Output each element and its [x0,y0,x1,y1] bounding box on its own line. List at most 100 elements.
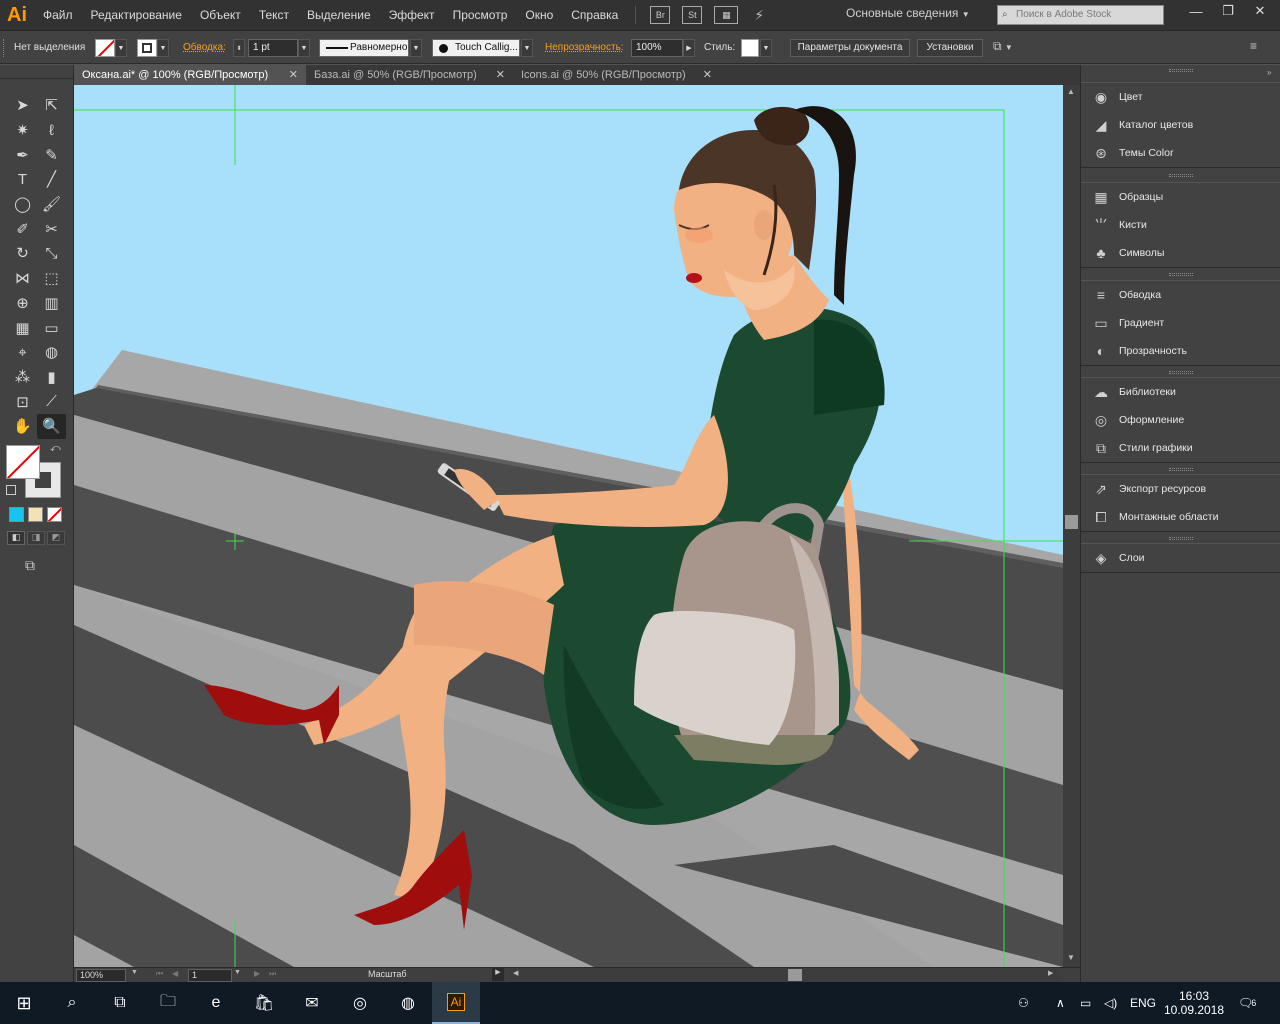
tab-icons[interactable]: Icons.ai @ 50% (RGB/Просмотр) ✕ [513,65,720,85]
illustrator-taskbar-button[interactable]: Ai [432,982,480,1024]
store-taskbar-button[interactable]: 🛍 [240,982,288,1024]
panel-item-color[interactable]: ◉ Цвет [1081,83,1280,111]
free-transform-tool[interactable]: ⬚ [37,266,66,291]
gradient-tool[interactable]: ▭ [37,315,66,340]
panel-grip[interactable] [1169,174,1193,177]
mesh-tool[interactable]: ▦ [8,315,37,340]
draw-normal-icon[interactable]: ◧ [7,531,25,545]
scroll-right-arrow[interactable]: ▶ [1048,969,1053,977]
clock[interactable]: 16:03 10.09.2018 [1164,982,1224,1024]
edge-taskbar-button[interactable]: e [192,982,240,1024]
panel-grip[interactable] [1169,69,1193,72]
paintbrush-tool[interactable]: 🖌 [37,192,66,217]
shaper-tool[interactable]: ✐ [8,216,37,241]
volume-icon[interactable]: ◁) [1104,982,1117,1024]
rotate-tool[interactable]: ↻ [8,241,37,266]
close-icon[interactable]: ✕ [496,65,505,85]
status-menu-arrow[interactable]: ▶ [492,968,504,981]
arrange-documents-icon[interactable]: ▦ [714,6,739,24]
menu-file[interactable]: Файл [34,0,82,30]
menu-view[interactable]: Просмотр [444,0,517,30]
panel-item-libraries[interactable]: ☁ Библиотеки [1081,378,1280,406]
panel-item-brushes[interactable]: ⺌ Кисти [1081,211,1280,239]
column-graph-tool[interactable]: ▮ [37,365,66,390]
menu-window[interactable]: Окно [516,0,562,30]
stroke-swatch[interactable] [137,39,157,57]
panel-item-stroke[interactable]: ≡ Обводка [1081,281,1280,309]
opacity-field[interactable]: 100% [631,39,683,57]
panel-grip[interactable] [1169,371,1193,374]
chevron-down-icon[interactable]: ▼ [115,39,127,57]
artboard-number-field[interactable]: 1 [188,969,232,982]
fill-box[interactable] [6,445,40,479]
hand-tool[interactable]: ✋ [8,414,37,439]
menu-edit[interactable]: Редактирование [82,0,191,30]
language-indicator[interactable]: ENG [1130,982,1156,1024]
zoom-level-field[interactable]: 100% [76,969,126,982]
draw-behind-icon[interactable]: ◨ [27,531,45,545]
chevron-down-icon[interactable]: ▼ [410,39,422,57]
graphic-style-swatch[interactable] [741,39,759,57]
close-window-button[interactable]: ✕ [1244,0,1276,22]
panel-item-appearance[interactable]: ◎ Оформление [1081,406,1280,434]
panel-item-layers[interactable]: ◈ Слои [1081,544,1280,572]
scroll-left-arrow[interactable]: ◀ [513,969,518,977]
brush-definition[interactable]: Touch Callig... [432,39,520,57]
previous-artboard-icon[interactable]: ◀ [172,969,178,978]
blend-tool[interactable]: ◍ [37,340,66,365]
collapse-panels-icon[interactable]: » [1267,68,1271,77]
curvature-tool[interactable]: ✎ [37,142,66,167]
stroke-stepper[interactable]: ⬍ [233,39,245,57]
draw-inside-icon[interactable]: ◩ [47,531,65,545]
color-mode-button[interactable] [9,507,24,522]
menu-object[interactable]: Объект [191,0,250,30]
zoom-tool[interactable]: 🔍 [37,413,66,439]
gradient-mode-button[interactable] [28,507,43,522]
chevron-down-icon[interactable]: ▼ [234,969,241,976]
panel-item-symbols[interactable]: ♣ Символы [1081,239,1280,267]
menu-type[interactable]: Текст [250,0,298,30]
panel-grip[interactable] [1169,273,1193,276]
stroke-label[interactable]: Обводка: [183,39,226,57]
start-button[interactable]: ⊞ [0,982,48,1024]
menu-select[interactable]: Выделение [298,0,380,30]
perspective-grid-tool[interactable]: ▥ [37,291,66,316]
scale-tool[interactable]: ⤡ [37,241,66,266]
close-icon[interactable]: ✕ [289,65,298,85]
stock-search-input[interactable]: ⌕ Поиск в Adobe Stock [997,5,1164,25]
first-artboard-icon[interactable]: ⏮ [156,969,163,979]
symbol-sprayer-tool[interactable]: ⁂ [8,365,37,390]
type-tool[interactable]: T [8,167,37,192]
direct-selection-tool[interactable]: ⇱ [37,93,66,118]
chevron-right-icon[interactable]: ▶ [683,39,695,57]
instagram-taskbar-button[interactable]: ◎ [336,982,384,1024]
chevron-down-icon[interactable]: ▼ [521,39,533,57]
gpu-performance-icon[interactable]: ⚡ [754,7,764,24]
workspace-switcher[interactable]: Основные сведения ▼ [846,6,970,20]
slice-tool[interactable]: ⟋ [37,389,66,414]
minimize-button[interactable]: — [1180,0,1212,22]
tab-oksana[interactable]: Оксана.ai* @ 100% (RGB/Просмотр) ✕ [74,65,306,85]
pen-tool[interactable]: ✒ [8,142,37,167]
menu-effect[interactable]: Эффект [380,0,444,30]
artboard-canvas[interactable] [74,85,1063,967]
panel-item-color-themes[interactable]: ⊛ Темы Color [1081,139,1280,167]
last-artboard-icon[interactable]: ⏭ [269,969,276,979]
chevron-down-icon[interactable]: ▼ [157,39,169,57]
ellipse-tool[interactable]: ◯ [8,192,37,217]
action-center-button[interactable]: 🗨 6 [1238,982,1256,1024]
tray-chevron-icon[interactable]: ∧ [1056,982,1065,1024]
file-explorer-taskbar-button[interactable]: 🗀 [144,982,192,1024]
bridge-button[interactable]: Br [650,6,671,24]
panel-grip[interactable] [1169,537,1193,540]
chevron-down-icon[interactable]: ▼ [298,39,310,57]
stroke-weight-field[interactable]: 1 pt [248,39,298,57]
document-setup-button[interactable]: Параметры документа [790,39,910,57]
people-icon[interactable]: ⚇ [1018,982,1029,1024]
scissors-tool[interactable]: ✂ [37,216,66,241]
magic-wand-tool[interactable]: ✷ [8,118,37,143]
mail-taskbar-button[interactable]: ✉ [288,982,336,1024]
chevron-down-icon[interactable]: ▼ [760,39,772,57]
swap-fill-stroke-icon[interactable]: ⤺ [50,443,61,454]
scrollbar-thumb[interactable] [1065,515,1078,529]
